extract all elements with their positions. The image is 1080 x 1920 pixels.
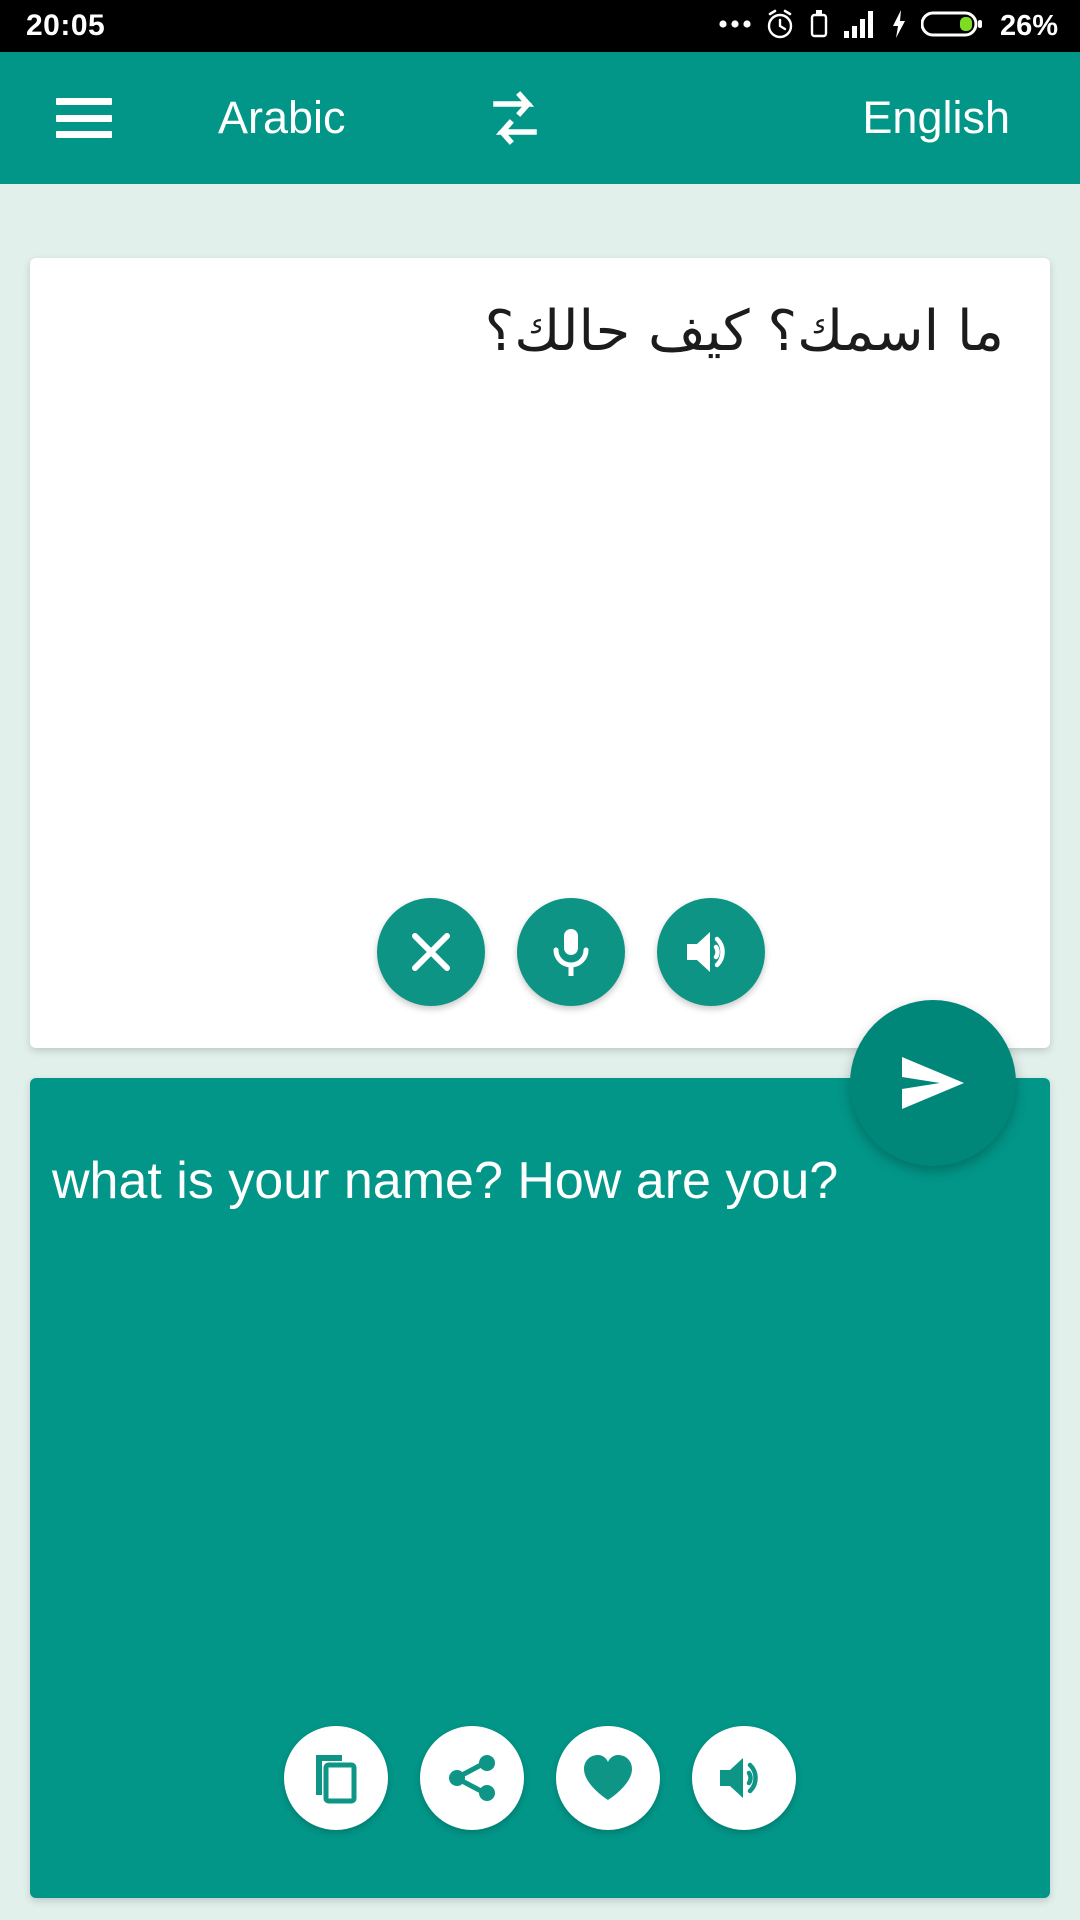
- signal-bars-icon: [843, 9, 877, 44]
- speaker-icon: [687, 932, 725, 972]
- speaker-icon: [720, 1758, 758, 1798]
- hamburger-menu-icon[interactable]: [56, 98, 112, 138]
- send-button[interactable]: [850, 1000, 1016, 1166]
- copy-button[interactable]: [284, 1726, 388, 1830]
- source-text-card: ما اسمك؟ كيف حالك؟: [30, 258, 1050, 1048]
- source-text-input[interactable]: ما اسمك؟ كيف حالك؟: [76, 294, 1004, 370]
- target-language-selector[interactable]: English: [862, 92, 1010, 144]
- close-x-icon: [412, 933, 450, 971]
- clear-button[interactable]: [377, 898, 485, 1006]
- target-text-card: what is your name? How are you?: [30, 1078, 1050, 1898]
- mic-button[interactable]: [517, 898, 625, 1006]
- speak-target-button[interactable]: [692, 1726, 796, 1830]
- microphone-icon: [553, 929, 589, 976]
- favorite-button[interactable]: [556, 1726, 660, 1830]
- target-action-row: [30, 1726, 1050, 1830]
- speak-source-button[interactable]: [657, 898, 765, 1006]
- translated-text: what is your name? How are you?: [52, 1152, 839, 1210]
- swap-languages-icon[interactable]: [484, 87, 546, 149]
- app-root: 20:05 26% Arabic English ما اسمك؟ كيف حا…: [0, 0, 1080, 1920]
- battery-icon: [920, 9, 983, 44]
- app-bar: Arabic English: [0, 52, 1080, 184]
- charging-bolt-icon: [890, 9, 908, 44]
- send-arrow-icon: [902, 1057, 964, 1109]
- share-button[interactable]: [420, 1726, 524, 1830]
- heart-icon: [584, 1755, 632, 1800]
- usb-debug-icon: [808, 8, 830, 45]
- source-language-selector[interactable]: Arabic: [218, 92, 346, 144]
- share-icon: [449, 1755, 495, 1801]
- battery-percent-label: 26%: [999, 9, 1058, 42]
- status-bar: 20:05 26%: [0, 0, 1080, 52]
- status-clock: 20:05: [26, 9, 106, 42]
- source-action-row: [30, 898, 1050, 1006]
- alarm-clock-icon: [765, 8, 795, 45]
- copy-icon: [316, 1755, 357, 1804]
- more-dots-icon: [718, 17, 752, 35]
- status-icons: 26%: [718, 8, 1058, 45]
